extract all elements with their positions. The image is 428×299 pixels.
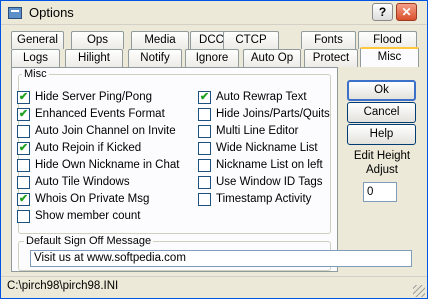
signoff-message-input[interactable]: Visit us at www.softpedia.com <box>30 250 412 267</box>
checkbox-box[interactable] <box>198 142 211 155</box>
ok-button[interactable]: Ok <box>347 80 416 101</box>
help-button[interactable]: Help <box>347 124 416 145</box>
misc-group-label: Misc <box>22 68 49 80</box>
tab-auto-op[interactable]: Auto Op <box>243 49 301 67</box>
help-title-button[interactable]: ? <box>372 3 393 21</box>
checkbox-box[interactable]: ✔ <box>17 108 30 121</box>
cancel-button[interactable]: Cancel <box>347 102 416 123</box>
app-icon <box>8 7 22 19</box>
title-bar[interactable]: Options ? ✕ <box>1 1 427 25</box>
ini-path-text: C:\pirch98\pirch98.INI <box>7 280 119 292</box>
resize-grip-icon[interactable] <box>413 285 425 297</box>
checkbox-label: Hide Server Ping/Pong <box>35 91 152 103</box>
close-icon[interactable]: ✕ <box>396 3 417 21</box>
tab-misc[interactable]: Misc <box>360 47 419 67</box>
checkbox-label: Nickname List on left <box>216 159 323 171</box>
checkbox-box[interactable] <box>198 108 211 121</box>
checkbox-box[interactable]: ✔ <box>17 193 30 206</box>
checkbox-box[interactable] <box>17 176 30 189</box>
checkbox-label: Auto Rewrap Text <box>216 91 307 103</box>
tab-ctcp[interactable]: CTCP <box>223 31 279 49</box>
checkbox-label: Multi Line Editor <box>216 125 299 137</box>
checkbox-box[interactable] <box>198 176 211 189</box>
status-bar: C:\pirch98\pirch98.INI <box>1 276 427 299</box>
checkbox-label: Wide Nickname List <box>216 142 318 154</box>
checkbox-box[interactable] <box>198 159 211 172</box>
tab-protect[interactable]: Protect <box>304 49 358 67</box>
checkbox-box[interactable]: ✔ <box>17 91 30 104</box>
tab-hilight[interactable]: Hilight <box>65 49 123 67</box>
checkbox-box[interactable] <box>198 193 211 206</box>
tab-ignore[interactable]: Ignore <box>185 49 239 67</box>
checkbox-box[interactable] <box>17 210 30 223</box>
checkbox-label: Hide Joins/Parts/Quits <box>216 108 330 120</box>
tab-notify[interactable]: Notify <box>128 49 182 67</box>
edit-height-label: Edit Height Adjust <box>353 150 411 176</box>
checkbox-label: Show member count <box>35 210 141 222</box>
tab-fonts[interactable]: Fonts <box>301 31 356 49</box>
checkbox-box[interactable]: ✔ <box>198 91 211 104</box>
tab-logs[interactable]: Logs <box>11 49 60 67</box>
checkbox-box[interactable] <box>17 125 30 138</box>
options-window: Options ? ✕ General Ops Media DCC CTCP F… <box>0 0 428 299</box>
edit-height-input[interactable]: 0 <box>363 182 397 202</box>
window-title: Options <box>29 5 74 20</box>
checkbox-box[interactable] <box>17 159 30 172</box>
tab-ops[interactable]: Ops <box>71 31 124 49</box>
checkbox-label: Hide Own Nickname in Chat <box>35 159 180 171</box>
checkbox-label: Auto Tile Windows <box>35 176 130 188</box>
checkbox-label: Whois On Private Msg <box>35 193 150 205</box>
signoff-group-label: Default Sign Off Message <box>24 235 154 247</box>
checkbox-box[interactable] <box>198 125 211 138</box>
checkbox-label: Auto Join Channel on Invite <box>35 125 176 137</box>
tab-media[interactable]: Media <box>131 31 189 49</box>
tab-general[interactable]: General <box>11 31 64 49</box>
checkbox-label: Timestamp Activity <box>216 193 312 205</box>
checkbox-box[interactable]: ✔ <box>17 142 30 155</box>
checkbox-label: Auto Rejoin if Kicked <box>35 142 142 154</box>
checkbox-label: Use Window ID Tags <box>216 176 323 188</box>
checkbox-label: Enhanced Events Format <box>35 108 165 120</box>
